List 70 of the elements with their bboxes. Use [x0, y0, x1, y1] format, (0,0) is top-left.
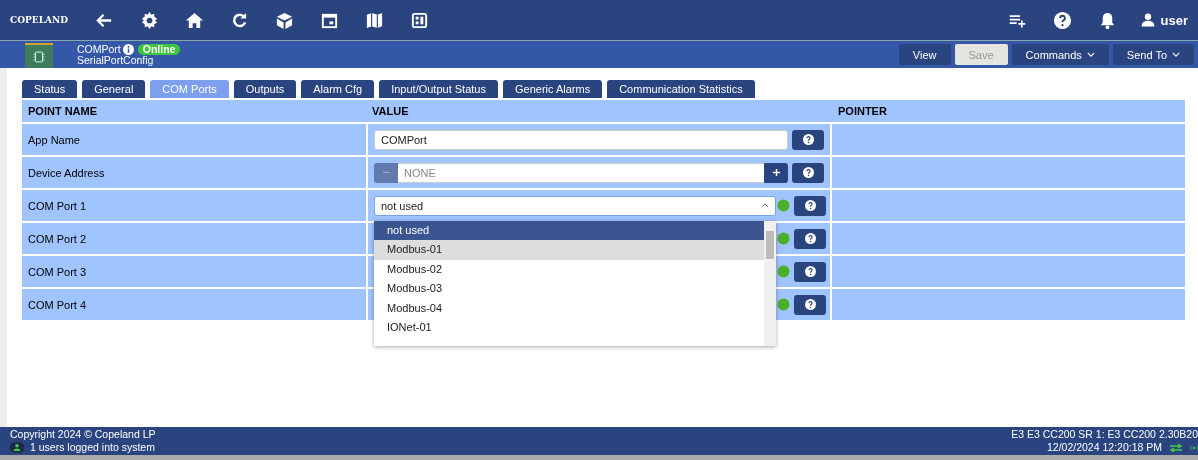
column-header: POINT NAME	[27, 105, 99, 117]
point-name: COM Port 2	[28, 232, 87, 245]
home-icon[interactable]	[185, 10, 204, 30]
point-name: COM Port 1	[28, 199, 87, 212]
dropdown-option[interactable]: Modbus-03	[374, 279, 764, 299]
dropdown-option[interactable]: Modbus-02	[374, 259, 764, 279]
header-button[interactable]: Send To	[1112, 44, 1194, 65]
dropdown-option[interactable]: IONet-01	[374, 318, 764, 338]
select-field[interactable]: not used	[374, 195, 776, 216]
dropdown-option[interactable]: Modbus-01	[374, 240, 764, 260]
help-icon	[804, 233, 816, 244]
status-badge: Online	[137, 43, 181, 55]
tab[interactable]: Communication Statistics	[607, 80, 755, 98]
help-icon[interactable]	[1052, 10, 1072, 30]
header-button[interactable]: View	[898, 44, 951, 65]
help-button[interactable]	[792, 129, 824, 150]
users-text: 1 users logged into system	[30, 441, 155, 454]
header-button[interactable]: Commands	[1011, 44, 1109, 65]
date-time: 12/02/2024 12:20:18 PM	[1047, 441, 1162, 454]
dropdown-option[interactable]: Modbus-04	[374, 298, 764, 318]
logo: COPELAND	[10, 15, 68, 25]
help-button[interactable]	[794, 228, 826, 249]
tab[interactable]: Generic Alarms	[502, 80, 603, 98]
status-dot-icon	[777, 298, 790, 311]
status-dot-icon	[777, 232, 790, 245]
help-button[interactable]	[794, 294, 826, 315]
user-icon	[10, 442, 24, 453]
tab[interactable]: General	[82, 80, 146, 98]
tab[interactable]: Input/Output Status	[379, 80, 498, 98]
cube-icon[interactable]	[275, 10, 294, 30]
copyright-text: Copyright 2024 © Copeland LP	[10, 428, 156, 441]
tab[interactable]: Status	[22, 80, 78, 98]
column-header: POINTER	[837, 105, 888, 117]
help-button[interactable]	[792, 162, 824, 183]
status-dot-icon	[777, 199, 790, 212]
column-header: VALUE	[371, 105, 410, 117]
dashboard-icon[interactable]	[410, 10, 429, 30]
add-button[interactable]	[764, 162, 788, 183]
user-menu[interactable]: user	[1129, 12, 1188, 28]
status-dot-icon	[777, 265, 790, 278]
help-icon	[802, 167, 814, 178]
settings-icon[interactable]	[140, 10, 159, 30]
address-field[interactable]: NONE	[398, 162, 764, 183]
help-icon	[804, 200, 816, 211]
point-name: Device Address	[28, 166, 105, 179]
help-button[interactable]	[794, 195, 826, 216]
point-name: COM Port 4	[28, 298, 87, 311]
refresh-icon[interactable]	[230, 10, 249, 30]
point-name: App Name	[28, 133, 80, 146]
app-subtitle: SerialPortConfig	[77, 54, 155, 66]
device-version: E3 E3 CC200 SR 1: E3 CC200 2.30B20	[1011, 428, 1198, 441]
device-icon	[25, 43, 53, 68]
help-button[interactable]	[794, 261, 826, 282]
tab[interactable]: Outputs	[233, 80, 297, 98]
help-icon	[804, 299, 816, 310]
map-icon[interactable]	[365, 10, 384, 30]
user-icon	[1139, 12, 1156, 28]
tab[interactable]: Alarm Cfg	[301, 80, 375, 98]
swap-arrows-icon	[1168, 442, 1184, 453]
scrollbar[interactable]	[764, 220, 776, 346]
dropdown-option[interactable]: not used	[374, 220, 764, 240]
help-icon	[804, 266, 816, 277]
signal-icon	[1190, 442, 1198, 453]
caret-icon	[761, 203, 769, 208]
app-title: COMPort	[77, 43, 121, 55]
text-field[interactable]: COMPort	[374, 129, 788, 150]
info-icon[interactable]	[122, 43, 134, 55]
point-name: COM Port 3	[28, 265, 87, 278]
plus-icon	[771, 168, 781, 177]
help-icon	[802, 134, 814, 145]
